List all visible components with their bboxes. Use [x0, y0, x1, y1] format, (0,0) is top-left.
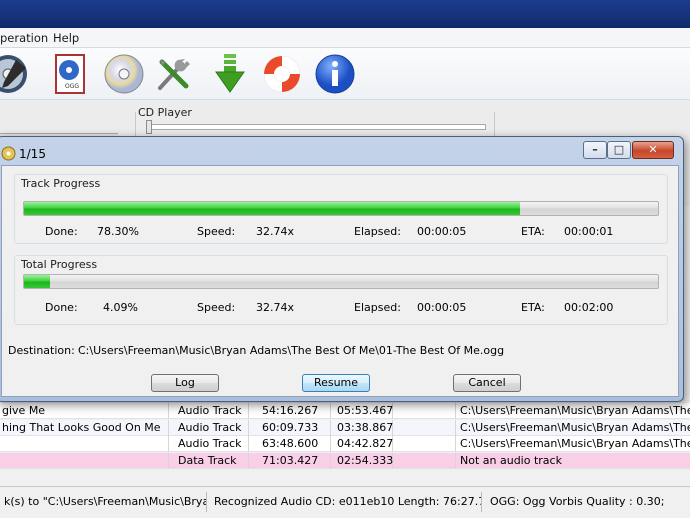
cd-disc-icon[interactable] — [102, 52, 146, 96]
track-length-cell: 05:53.467 — [337, 404, 394, 417]
track-title-cell: give Me — [2, 404, 46, 417]
minimize-button[interactable]: – — [583, 141, 607, 159]
download-arrow-icon[interactable] — [208, 52, 252, 96]
cd-dialog-icon — [1, 146, 16, 161]
table-row[interactable]: give Me Audio Track 54:16.267 05:53.467 C:\U… — [0, 403, 690, 419]
column-separator — [455, 436, 456, 452]
track-eta-value: 00:00:01 — [564, 225, 614, 238]
info-icon[interactable] — [313, 52, 357, 96]
track-progress-title: Track Progress — [21, 177, 101, 190]
track-type-cell: Audio Track — [178, 437, 242, 450]
cancel-button[interactable]: Cancel — [453, 374, 521, 392]
track-length-cell: 04:42.827 — [337, 437, 394, 450]
track-path-cell: Not an audio track — [460, 454, 562, 467]
track-type-cell: Audio Track — [178, 404, 242, 417]
column-separator — [330, 436, 331, 452]
cd-burn-icon[interactable] — [0, 52, 30, 96]
total-progress-group: Total Progress Done: 4.09% Speed: 32.74x… — [14, 255, 668, 325]
status-destination: k(s) to "C:\Users\Freeman\Music\Bryan Ad… — [0, 492, 207, 512]
toolbar: OGG — [0, 48, 690, 100]
track-type-cell: Data Track — [178, 454, 237, 467]
track-start-cell: 54:16.267 — [262, 404, 319, 417]
track-eta-label: ETA: — [521, 225, 545, 238]
track-progress-group: Track Progress Done: 78.30% Speed: 32.74… — [14, 174, 668, 244]
track-done-value: 78.30% — [97, 225, 139, 238]
total-elapsed-label: Elapsed: — [354, 301, 401, 314]
main-window-titlebar — [0, 0, 690, 28]
total-speed-value: 32.74x — [256, 301, 295, 314]
maximize-icon: □ — [613, 143, 625, 156]
close-icon: ✕ — [648, 143, 658, 156]
total-speed-label: Speed: — [197, 301, 236, 314]
track-start-cell: 71:03.427 — [262, 454, 319, 467]
cd-player-seek-slider[interactable] — [146, 124, 486, 130]
minimize-icon: – — [592, 143, 598, 156]
resume-button[interactable]: Resume — [302, 374, 370, 392]
track-path-cell: C:\Users\Freeman\Music\Bryan Adams\The B… — [460, 404, 690, 417]
track-length-cell: 02:54.333 — [337, 454, 394, 467]
track-start-cell: 63:48.600 — [262, 437, 319, 450]
track-elapsed-value: 00:00:05 — [417, 225, 467, 238]
menu-help[interactable]: Help — [53, 31, 79, 45]
track-type-cell: Audio Track — [178, 421, 242, 434]
column-separator — [248, 403, 249, 419]
track-path-cell: C:\Users\Freeman\Music\Bryan Adams\The B… — [460, 437, 690, 450]
total-progress-title: Total Progress — [21, 258, 98, 271]
track-speed-value: 32.74x — [256, 225, 295, 238]
column-separator — [455, 403, 456, 419]
track-start-cell: 60:09.733 — [262, 421, 319, 434]
track-speed-label: Speed: — [197, 225, 236, 238]
log-button[interactable]: Log — [151, 374, 219, 392]
column-separator — [248, 453, 249, 469]
track-progress-fill — [24, 202, 520, 215]
column-separator — [248, 420, 249, 436]
track-title-cell: hing That Looks Good On Me Is... — [2, 421, 162, 434]
ogg-badge-label: OGG — [65, 83, 80, 90]
lifebuoy-help-icon[interactable] — [260, 52, 304, 96]
total-elapsed-value: 00:00:05 — [417, 301, 467, 314]
ogg-file-icon[interactable]: OGG — [48, 52, 92, 96]
close-button[interactable]: ✕ — [632, 141, 674, 159]
column-separator — [330, 420, 331, 436]
menu-bar: peration Help — [0, 28, 690, 48]
status-encoder: OGG: Ogg Vorbis Quality : 0.30; — [490, 495, 665, 508]
track-length-cell: 03:38.867 — [337, 421, 394, 434]
column-separator — [330, 403, 331, 419]
destination-label: Destination: — [8, 344, 75, 357]
cd-player-seek-thumb[interactable] — [146, 120, 152, 134]
table-row[interactable]: Data Track 71:03.427 02:54.333 Not an audio… — [0, 453, 690, 469]
track-done-label: Done: — [45, 225, 78, 238]
total-progress-bar — [23, 274, 659, 289]
progress-dialog: 1/15 – □ ✕ Track Progress Done: 78.30% S… — [0, 136, 684, 402]
total-done-value: 4.09% — [103, 301, 138, 314]
menu-operation[interactable]: peration — [0, 31, 48, 45]
track-path-cell: C:\Users\Freeman\Music\Bryan Adams\The B… — [460, 421, 690, 434]
column-separator — [330, 453, 331, 469]
column-separator — [168, 420, 169, 436]
tools-icon[interactable] — [152, 52, 196, 96]
status-bar: k(s) to "C:\Users\Freeman\Music\Bryan Ad… — [0, 486, 690, 518]
column-separator — [455, 420, 456, 436]
track-elapsed-label: Elapsed: — [354, 225, 401, 238]
track-list-scrollbar[interactable] — [683, 206, 690, 400]
total-progress-fill — [24, 275, 50, 288]
column-separator — [168, 436, 169, 452]
total-done-label: Done: — [45, 301, 78, 314]
total-eta-label: ETA: — [521, 301, 545, 314]
column-separator — [248, 436, 249, 452]
maximize-button[interactable]: □ — [607, 141, 631, 159]
table-row[interactable]: Audio Track 63:48.600 04:42.827 C:\Users\Fr… — [0, 436, 690, 452]
column-separator — [168, 453, 169, 469]
destination-path: C:\Users\Freeman\Music\Bryan Adams\The B… — [78, 344, 505, 357]
column-separator — [168, 403, 169, 419]
dialog-title: 1/15 — [19, 147, 46, 161]
dialog-client-area: Track Progress Done: 78.30% Speed: 32.74… — [1, 165, 679, 397]
total-eta-value: 00:02:00 — [564, 301, 614, 314]
status-cd-info: Recognized Audio CD: e011eb10 Length: 76… — [210, 492, 482, 512]
track-progress-bar — [23, 201, 659, 216]
column-separator — [455, 453, 456, 469]
table-row[interactable]: hing That Looks Good On Me Is... Audio Tr… — [0, 420, 690, 436]
